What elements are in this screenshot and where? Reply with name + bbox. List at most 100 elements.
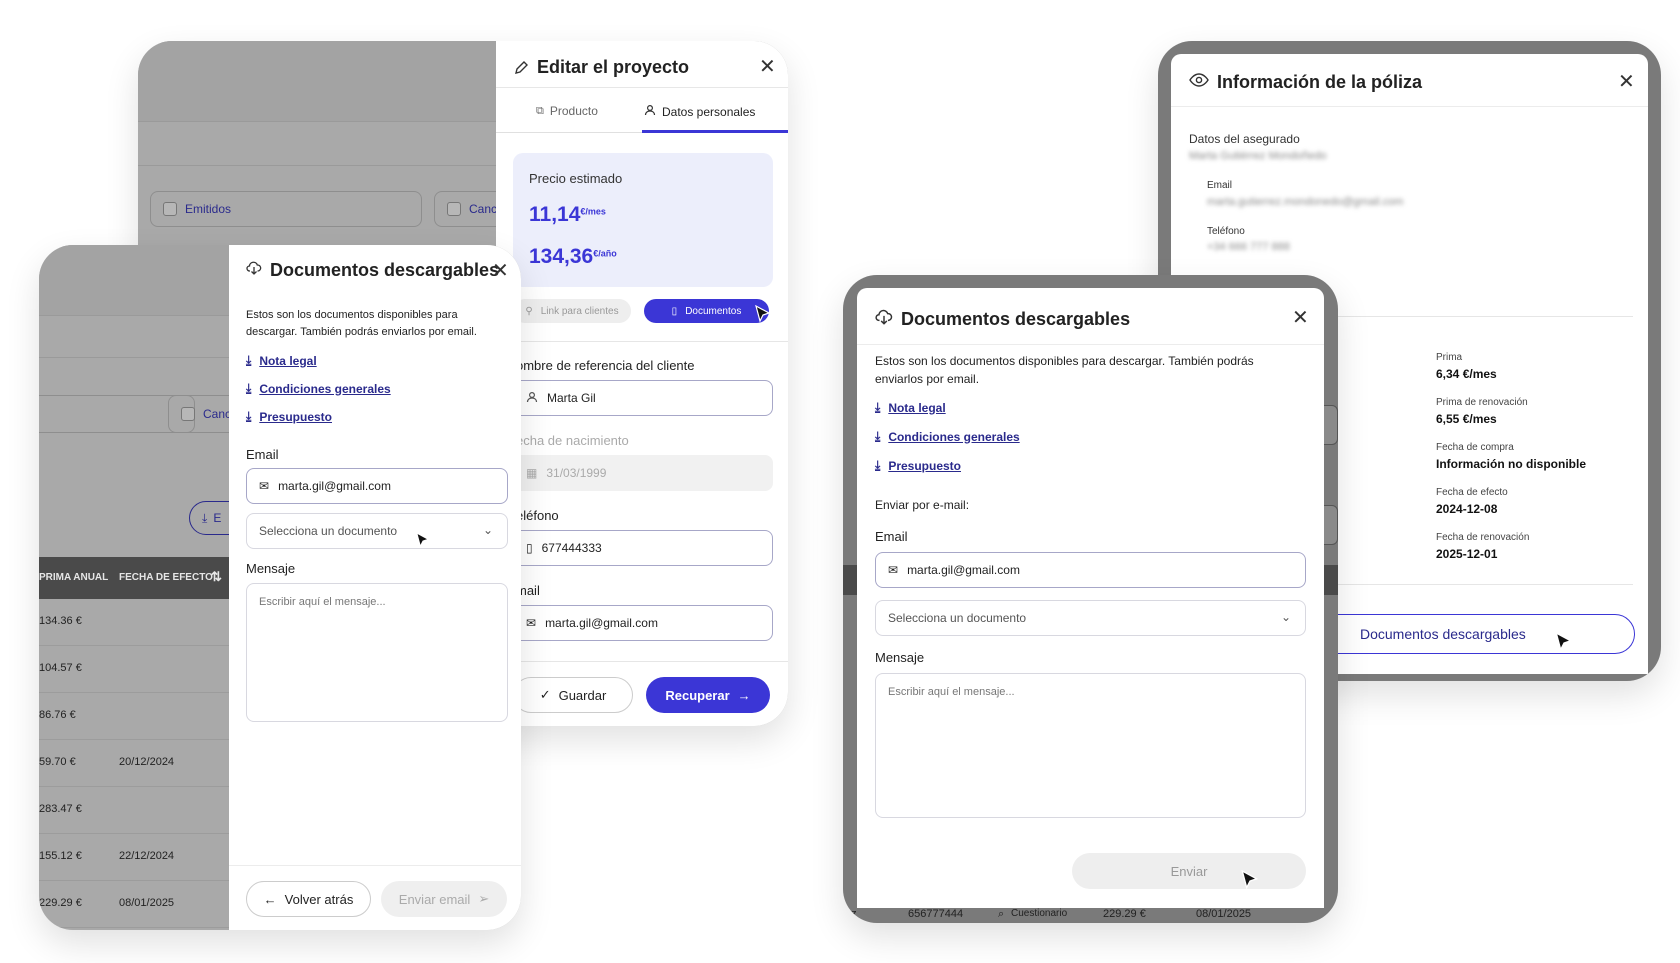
download-icon: ⤓ <box>202 510 208 525</box>
download-icon: ⤓ <box>246 353 252 367</box>
chevron-down-icon: ⌄ <box>482 523 493 537</box>
recuperar-button[interactable]: Recuperar → <box>646 677 770 713</box>
send-by-label: Enviar por e-mail: <box>875 498 970 512</box>
mail-icon: ✉ <box>259 479 270 493</box>
checkbox[interactable] <box>163 202 177 216</box>
close-icon[interactable]: ✕ <box>759 57 776 77</box>
table-row[interactable]: 59.70 € 20/12/2024 <box>39 740 239 787</box>
mail-icon: ✉ <box>526 616 537 630</box>
field-value: 2024-12-08 <box>1436 502 1498 516</box>
link-nota-legal[interactable]: ⤓ Nota legal <box>246 353 317 368</box>
cell-prima: 104.57 € <box>39 662 82 674</box>
phone-value: +34 666 777 888 <box>1207 241 1290 253</box>
field-label: Fecha de efecto <box>1436 487 1508 498</box>
panel-title: Editar el proyecto <box>537 57 690 77</box>
cell-prima: 229.29 € <box>39 897 82 909</box>
arrow-right-icon: → <box>737 687 751 703</box>
close-icon[interactable]: ✕ <box>492 261 509 281</box>
message-textarea[interactable]: Escribir aquí el mensaje... <box>875 673 1306 818</box>
table-row: ez 656777444 ⌕ Cuestionario 229.29 € 08/… <box>845 908 1252 920</box>
document-select[interactable]: Selecciona un documento ⌄ <box>246 513 508 549</box>
cell-prima: 59.70 € <box>39 756 76 768</box>
table-row[interactable]: 283.47 € <box>39 787 239 834</box>
cell-prima: 155.12 € <box>39 850 82 862</box>
description: Estos son los documentos disponibles par… <box>246 309 477 338</box>
phone-icon: ▯ <box>526 541 533 555</box>
field-label: Fecha de compra <box>1436 442 1514 453</box>
tab-active-indicator <box>642 130 788 133</box>
col-prima-anual: PRIMA ANUAL <box>39 572 109 583</box>
download-icon: ⤓ <box>875 400 881 414</box>
link-condiciones[interactable]: ⤓ Condiciones generales <box>246 381 391 396</box>
calendar-icon: ▦ <box>526 466 538 480</box>
cloud-download-icon <box>875 308 893 331</box>
check-icon: ✓ <box>539 687 551 702</box>
birth-input: ▦ 31/03/1999 <box>513 455 773 491</box>
close-icon[interactable]: ✕ <box>1292 308 1309 328</box>
sort-icon[interactable]: ⇅ <box>211 569 222 585</box>
email-input[interactable]: ✉ marta.gil@gmail.com <box>513 605 773 641</box>
message-label: Mensaje <box>246 561 296 576</box>
download-icon: ⤓ <box>875 429 881 443</box>
email-input[interactable]: ✉ marta.gil@gmail.com <box>875 552 1306 588</box>
field-value: Información no disponible <box>1436 457 1586 471</box>
download-icon: ⤓ <box>246 381 252 395</box>
col-fecha-efecto[interactable]: FECHA DE EFECTO <box>119 572 213 583</box>
close-icon[interactable]: ✕ <box>1618 72 1635 92</box>
phone-input[interactable]: ▯ 677444333 <box>513 530 773 566</box>
eye-icon <box>1189 72 1209 93</box>
link-clientes-button[interactable]: ⚲ Link para clientes <box>513 299 631 323</box>
email-label: Email <box>1207 180 1233 191</box>
field-label: Prima <box>1436 352 1463 363</box>
enviar-button[interactable]: Enviar <box>1072 853 1306 889</box>
documentos-button[interactable]: ▯ Documentos <box>644 299 769 323</box>
link-presupuesto[interactable]: ⤓ Presupuesto <box>875 458 961 473</box>
cell-prima: 283.47 € <box>39 803 82 815</box>
checkbox[interactable] <box>447 202 461 216</box>
link-icon: ⚲ <box>525 305 533 317</box>
volver-button[interactable]: ← Volver atrás <box>246 881 371 917</box>
field-value: 6,34 €/mes <box>1436 367 1497 381</box>
message-textarea[interactable]: Escribir aquí el mensaje... <box>246 583 508 722</box>
documents-panel-right: Documentos descargables ✕ Estos son los … <box>857 288 1324 908</box>
field-label: Prima de renovación <box>1436 397 1528 408</box>
price-month: 11,14 <box>529 203 581 226</box>
search-icon: ⌕ <box>998 908 1005 920</box>
description: Estos son los documentos disponibles par… <box>875 354 1254 386</box>
table-row[interactable]: 134.36 € <box>39 599 239 646</box>
tab-producto[interactable]: ⧉ Producto <box>536 104 598 118</box>
panel-title: Documentos descargables <box>901 309 1131 329</box>
send-icon: ➢ <box>478 891 490 906</box>
panel-title: Documentos descargables <box>270 260 500 280</box>
cell-fecha: 22/12/2024 <box>119 850 175 862</box>
table-row[interactable]: 86.76 € <box>39 693 239 740</box>
price-year: 134,36 <box>529 245 594 268</box>
enviar-email-button[interactable]: Enviar email ➢ <box>381 881 507 917</box>
field-value: 6,55 €/mes <box>1436 412 1497 426</box>
cell-fecha: 20/12/2024 <box>119 756 175 768</box>
documents-card-left: Canc ⤓ E PRIMA ANUAL FECHA DE EFECTO ⇅ 13… <box>39 245 521 930</box>
ref-input[interactable]: Marta Gil <box>513 380 773 416</box>
filter-emitidos[interactable]: Emitidos <box>150 191 422 227</box>
tab-datos-personales[interactable]: Datos personales <box>644 104 755 119</box>
link-condiciones[interactable]: ⤓ Condiciones generales <box>875 429 1020 444</box>
link-nota-legal[interactable]: ⤓ Nota legal <box>875 400 946 415</box>
documents-card-right: Documentos descargables ✕ Estos son los … <box>843 275 1338 923</box>
table-row[interactable]: 155.12 € 22/12/2024 <box>39 834 239 881</box>
table-row[interactable]: 104.57 € <box>39 646 239 693</box>
cell-fecha: 08/01/2025 <box>119 897 175 909</box>
price-year-unit: €/año <box>593 248 617 259</box>
table-row[interactable]: 229.29 € 08/01/2025 <box>39 881 239 928</box>
checkbox[interactable] <box>181 407 195 421</box>
download-icon: ⤓ <box>246 409 252 423</box>
asegurado-label: Datos del asegurado <box>1189 132 1300 146</box>
link-presupuesto[interactable]: ⤓ Presupuesto <box>246 409 332 424</box>
documents-panel-left: Documentos descargables ✕ Estos son los … <box>229 245 521 930</box>
overlay-header <box>138 41 498 121</box>
field-label: Fecha de renovación <box>1436 532 1530 543</box>
guardar-button[interactable]: ✓ Guardar <box>513 677 633 713</box>
document-icon: ▯ <box>671 305 678 317</box>
document-select[interactable]: Selecciona un documento ⌄ <box>875 600 1306 636</box>
email-input[interactable]: ✉ marta.gil@gmail.com <box>246 468 508 504</box>
email-label: Email <box>246 447 279 462</box>
